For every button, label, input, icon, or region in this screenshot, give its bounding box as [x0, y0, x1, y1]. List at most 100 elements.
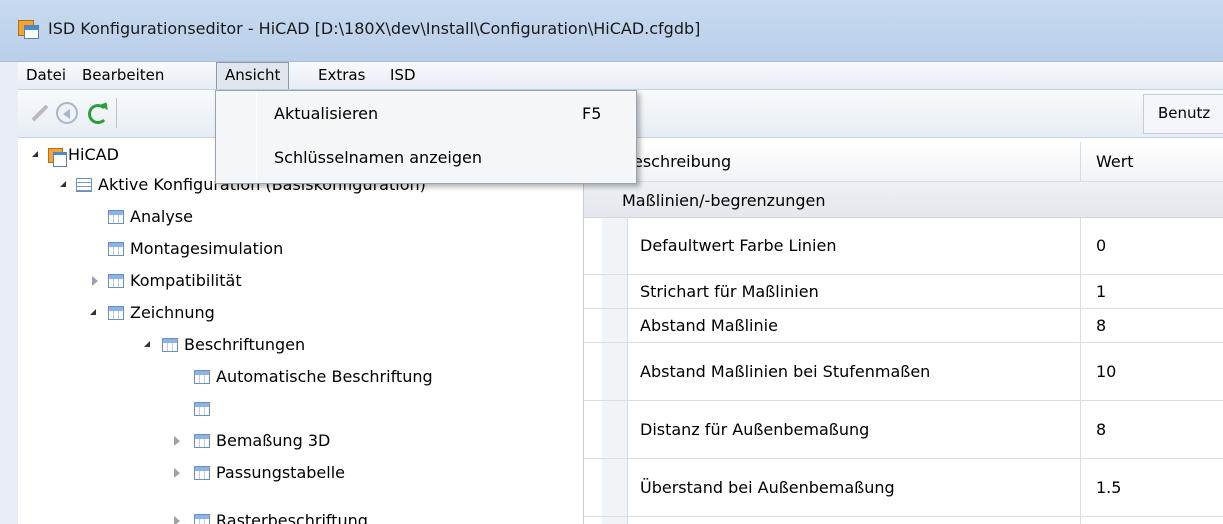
tree-node-label: HiCAD — [68, 145, 119, 164]
tree-node-label: Analyse — [130, 207, 193, 226]
cell-divider — [1080, 517, 1081, 524]
collapsed-arrow-icon[interactable] — [174, 436, 180, 446]
ansicht-dropdown-menu: Aktualisieren F5 Schlüsselnamen anzeigen — [215, 90, 637, 184]
property-description: Strichart für Maßlinien — [640, 282, 819, 301]
menu-bar: Datei Bearbeiten Ansicht Extras ISD — [18, 62, 1223, 90]
property-description: Abstand Maßlinien bei Stufenmaßen — [640, 362, 931, 381]
pencil-icon[interactable] — [28, 102, 50, 124]
row-gutter — [602, 343, 628, 400]
menu-item-shortcut: F5 — [582, 104, 602, 123]
table-row[interactable]: Abstand Maßlinie 8 — [584, 309, 1223, 343]
property-description: Abstand Maßlinie — [640, 316, 778, 335]
property-value[interactable]: 1 — [1096, 282, 1106, 301]
expanded-arrow-icon[interactable] — [32, 151, 38, 157]
expanded-arrow-icon[interactable] — [60, 181, 66, 187]
menu-item-label: Schlüsselnamen anzeigen — [274, 148, 483, 167]
collapsed-arrow-icon[interactable] — [92, 276, 98, 286]
table-icon — [162, 338, 178, 352]
property-value[interactable]: 0 — [1096, 236, 1106, 255]
row-gutter — [602, 459, 628, 516]
column-header-value[interactable]: Wert — [1096, 152, 1134, 171]
table-row[interactable]: Defaultwert Farbe Linien 0 — [584, 218, 1223, 275]
tree-node-label: Automatische Beschriftung — [216, 367, 433, 386]
row-gutter — [602, 401, 628, 458]
menu-ansicht[interactable]: Ansicht — [216, 62, 290, 89]
row-gutter — [602, 275, 628, 308]
table-icon — [194, 402, 210, 416]
back-icon[interactable] — [56, 102, 78, 124]
expanded-arrow-icon[interactable] — [144, 341, 150, 347]
tree-node-bemassung-2d[interactable]: Bemaßung 2D — [18, 394, 583, 424]
table-row[interactable]: Distanz für Außenbemaßung 8 — [584, 401, 1223, 459]
column-header-description[interactable]: Beschreibung — [622, 152, 731, 171]
menu-bearbeiten[interactable]: Bearbeiten — [74, 62, 172, 89]
menu-isd[interactable]: ISD — [382, 62, 424, 89]
group-label: Maßlinien/-begrenzungen — [622, 191, 826, 210]
tree-node-label: Montagesimulation — [130, 239, 284, 258]
property-value[interactable]: 1.5 — [1096, 478, 1121, 497]
menu-datei[interactable]: Datei — [18, 62, 74, 89]
row-gutter — [602, 218, 628, 274]
config-tree[interactable]: HiCAD Aktive Konfiguration (Basiskonfigu… — [18, 138, 584, 524]
tree-node-label: Passungstabelle — [216, 463, 345, 482]
cell-divider — [1080, 309, 1081, 342]
tree-node-rasterbeschriftung[interactable]: Rasterbeschriftung — [18, 506, 583, 524]
tree-node-label: Zeichnung — [130, 303, 215, 322]
property-value[interactable]: 8 — [1096, 316, 1106, 335]
table-row[interactable]: Überstand bei Außenbemaßung 1.5 — [584, 459, 1223, 517]
cell-divider — [1080, 218, 1081, 274]
hicad-root-icon — [48, 148, 67, 167]
refresh-icon[interactable] — [86, 102, 108, 124]
grid-header: Beschreibung Wert — [584, 142, 1223, 182]
table-icon — [108, 210, 124, 224]
tree-node-bemassung-3d[interactable]: Bemaßung 3D — [18, 426, 583, 456]
window-title: ISD Konfigurationseditor - HiCAD [D:\180… — [48, 19, 701, 38]
tree-node-beschriftungen[interactable]: Beschriftungen — [18, 330, 583, 360]
table-row[interactable]: Abstand Maßlinien bei Stufenmaßen 10 — [584, 343, 1223, 401]
table-icon — [108, 242, 124, 256]
table-icon — [194, 466, 210, 480]
tree-node-kompatibilitaet[interactable]: Kompatibilität — [18, 266, 583, 296]
tree-node-label: Bemaßung 3D — [216, 431, 331, 450]
column-divider[interactable] — [1080, 142, 1081, 182]
property-description: Überstand bei Außenbemaßung — [640, 478, 895, 497]
property-grid: Beschreibung Wert Maßlinien/-begrenzunge… — [584, 138, 1223, 524]
tree-node-analyse[interactable]: Analyse — [18, 202, 583, 232]
property-value[interactable]: 10 — [1096, 362, 1116, 381]
list-icon — [76, 178, 92, 192]
property-value[interactable]: 8 — [1096, 420, 1106, 439]
menu-item-aktualisieren[interactable]: Aktualisieren F5 — [218, 97, 634, 131]
table-icon — [194, 370, 210, 384]
menu-item-schluesselnamen-anzeigen[interactable]: Schlüsselnamen anzeigen — [218, 141, 634, 175]
title-bar: ISD Konfigurationseditor - HiCAD [D:\180… — [0, 0, 1223, 62]
table-row[interactable] — [584, 517, 1223, 524]
tree-node-label: Bemaßung 2D — [216, 399, 331, 418]
menu-extras[interactable]: Extras — [310, 62, 373, 89]
tree-node-montagesimulation[interactable]: Montagesimulation — [18, 234, 583, 264]
cell-divider — [1080, 459, 1081, 516]
table-row[interactable]: Strichart für Maßlinien 1 — [584, 275, 1223, 309]
table-icon — [194, 434, 210, 448]
row-gutter — [602, 517, 628, 524]
cell-divider — [1080, 275, 1081, 308]
collapsed-arrow-icon[interactable] — [174, 516, 180, 524]
tree-node-label: Rasterbeschriftung — [216, 511, 368, 524]
row-gutter — [602, 309, 628, 342]
toolbar-separator — [116, 98, 117, 128]
user-button-label: Benutz — [1158, 104, 1211, 122]
table-icon — [194, 514, 210, 524]
cell-divider — [1080, 343, 1081, 400]
tree-node-zeichnung[interactable]: Zeichnung — [18, 298, 583, 328]
tree-node-passungstabelle[interactable]: Passungstabelle — [18, 458, 583, 488]
menu-item-label: Aktualisieren — [274, 104, 379, 123]
expanded-arrow-icon[interactable] — [90, 309, 96, 315]
collapsed-arrow-icon[interactable] — [174, 468, 180, 478]
property-description: Distanz für Außenbemaßung — [640, 420, 870, 439]
group-header[interactable]: Maßlinien/-begrenzungen — [584, 182, 1223, 218]
property-description: Defaultwert Farbe Linien — [640, 236, 837, 255]
tree-node-automatische-beschriftung[interactable]: Automatische Beschriftung — [18, 362, 583, 392]
cell-divider — [1080, 401, 1081, 458]
tree-node-label: Beschriftungen — [184, 335, 306, 354]
tree-node-label: Kompatibilität — [130, 271, 242, 290]
table-icon — [108, 306, 124, 320]
